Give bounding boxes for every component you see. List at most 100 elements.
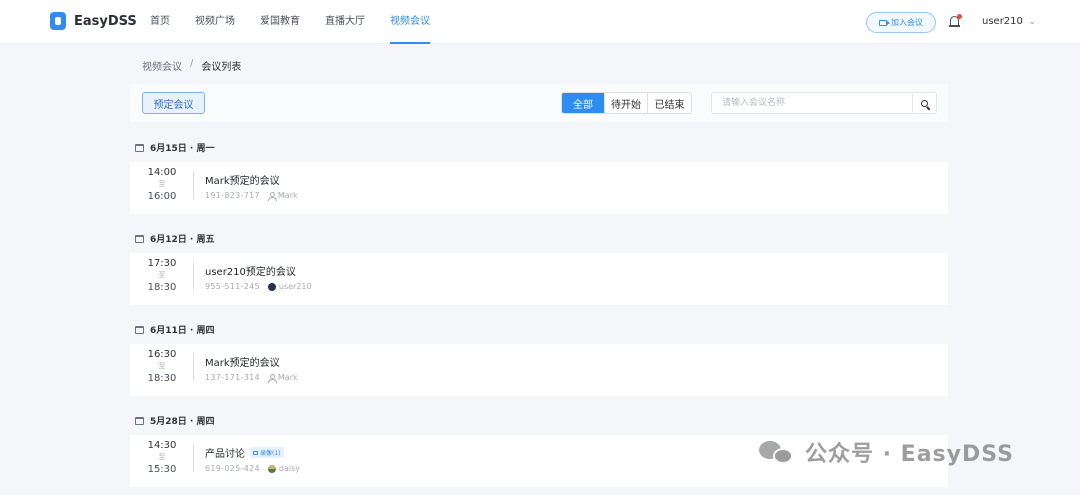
chevron-down-icon: ⌄ — [1028, 17, 1036, 26]
meeting-card[interactable]: 16:30 至 18:30 Mark预定的会议 137-171-314 Mark — [130, 344, 948, 396]
wechat-watermark: 公众号 · EasyDSS — [757, 436, 1014, 468]
calendar-icon — [135, 234, 144, 243]
watermark-text: 公众号 · EasyDSS — [805, 442, 1014, 467]
group-date: 6月11日 · 周四 — [150, 326, 215, 336]
group-date: 6月12日 · 周五 — [150, 235, 215, 245]
group-date: 6月15日 · 周一 — [150, 144, 215, 154]
wechat-icon — [757, 438, 797, 466]
join-meeting-label: 加入会议 — [891, 18, 923, 27]
recording-count: 录像(1) — [260, 450, 281, 457]
meeting-owner: Mark — [267, 191, 298, 201]
notification-bell-icon[interactable] — [949, 14, 962, 29]
meeting-time-to: 至 — [158, 362, 166, 370]
divider — [193, 353, 194, 381]
meeting-time: 14:30 至 15:30 — [140, 439, 184, 476]
meeting-title-row: Mark预定的会议 — [205, 354, 280, 369]
group-date: 5月28日 · 周四 — [150, 417, 215, 427]
meeting-start-time: 14:30 — [147, 440, 177, 451]
owner-name: Mark — [277, 191, 298, 200]
search-button[interactable] — [912, 93, 936, 113]
top-navigation-bar: EasyDSS 首页 视频广场 爱国教育 直播大厅 视频会议 加入会议 user… — [0, 0, 1080, 44]
join-meeting-button[interactable]: 加入会议 — [866, 12, 936, 33]
meeting-meta: 955-511-245 user210 — [205, 282, 312, 291]
nav-item-live-hall[interactable]: 直播大厅 — [325, 0, 365, 44]
meeting-search-input[interactable] — [712, 93, 912, 113]
meeting-end-time: 16:00 — [147, 191, 177, 202]
meeting-meta: 137-171-314 Mark — [205, 373, 298, 383]
calendar-icon — [135, 416, 144, 425]
recording-badge[interactable]: 录像(1) — [250, 447, 284, 458]
avatar — [267, 464, 276, 473]
owner-name: Mark — [277, 373, 298, 382]
date-group-header: 6月12日 · 周五 — [135, 232, 214, 245]
easydss-logo-icon — [50, 12, 66, 30]
brand-logo[interactable]: EasyDSS — [50, 12, 137, 30]
meeting-meta: 619-025-424 daisy — [205, 464, 300, 473]
nav-item-video-square[interactable]: 视频广场 — [195, 0, 235, 44]
meeting-title-row: user210预定的会议 — [205, 263, 296, 278]
meeting-owner: user210 — [267, 282, 312, 291]
status-filter-group: 全部 待开始 已结束 — [561, 92, 692, 114]
meeting-number: 137-171-314 — [205, 373, 260, 382]
divider — [193, 171, 194, 199]
breadcrumb-current: 会议列表 — [201, 62, 242, 73]
meeting-meta: 191-823-717 Mark — [205, 191, 298, 201]
meeting-title-row: Mark预定的会议 — [205, 172, 280, 187]
person-icon — [267, 191, 277, 201]
brand-name: EasyDSS — [74, 13, 137, 29]
divider — [193, 262, 194, 290]
date-group-header: 6月15日 · 周一 — [135, 141, 214, 154]
calendar-icon — [135, 325, 144, 334]
meeting-start-time: 17:30 — [147, 258, 177, 269]
meeting-owner: Mark — [267, 373, 298, 383]
breadcrumb: 视频会议 / 会议列表 — [142, 58, 241, 73]
user-menu[interactable]: user210 ⌄ — [982, 16, 1036, 27]
meeting-number: 619-025-424 — [205, 464, 260, 473]
meeting-start-time: 16:30 — [147, 349, 177, 360]
username: user210 — [982, 16, 1023, 27]
search-icon — [921, 99, 928, 107]
meeting-time-to: 至 — [158, 453, 166, 461]
filter-ended[interactable]: 已结束 — [648, 93, 691, 113]
person-icon — [267, 373, 277, 383]
date-group-header: 6月11日 · 周四 — [135, 323, 214, 336]
nav-item-home[interactable]: 首页 — [150, 0, 170, 44]
meeting-end-time: 15:30 — [147, 464, 177, 475]
video-camera-icon — [879, 19, 890, 26]
meeting-time: 17:30 至 18:30 — [140, 257, 184, 294]
nav-item-patriotic-education[interactable]: 爱国教育 — [260, 0, 300, 44]
meeting-title: 产品讨论 — [205, 449, 245, 460]
meeting-number: 191-823-717 — [205, 191, 260, 200]
meeting-end-time: 18:30 — [147, 373, 177, 384]
meeting-time-to: 至 — [158, 271, 166, 279]
meeting-owner: daisy — [267, 464, 300, 473]
meeting-start-time: 14:00 — [147, 167, 177, 178]
owner-name: daisy — [278, 464, 300, 473]
date-group-header: 5月28日 · 周四 — [135, 414, 214, 427]
notification-dot — [957, 14, 962, 19]
divider — [193, 444, 194, 472]
meeting-time: 14:00 至 16:00 — [140, 166, 184, 203]
meeting-search — [711, 92, 937, 114]
meeting-time-to: 至 — [158, 180, 166, 188]
filter-all[interactable]: 全部 — [562, 93, 605, 113]
meeting-end-time: 18:30 — [147, 282, 177, 293]
nav-item-video-conference[interactable]: 视频会议 — [390, 0, 430, 44]
meeting-toolbar: 预定会议 全部 待开始 已结束 — [130, 84, 948, 122]
meeting-title: user210预定的会议 — [205, 267, 296, 278]
breadcrumb-separator: / — [190, 58, 194, 69]
meeting-title: Mark预定的会议 — [205, 358, 280, 369]
meeting-number: 955-511-245 — [205, 282, 260, 291]
meeting-title-row: 产品讨论 录像(1) — [205, 445, 284, 460]
meeting-time: 16:30 至 18:30 — [140, 348, 184, 385]
breadcrumb-parent[interactable]: 视频会议 — [142, 58, 182, 73]
calendar-icon — [135, 143, 144, 152]
main-nav: 首页 视频广场 爱国教育 直播大厅 视频会议 — [150, 0, 455, 44]
avatar — [267, 282, 276, 291]
video-camera-icon — [253, 450, 258, 455]
meeting-card[interactable]: 14:00 至 16:00 Mark预定的会议 191-823-717 Mark — [130, 162, 948, 214]
owner-name: user210 — [278, 282, 312, 291]
filter-upcoming[interactable]: 待开始 — [605, 93, 648, 113]
meeting-card[interactable]: 17:30 至 18:30 user210预定的会议 955-511-245 u… — [130, 253, 948, 305]
book-meeting-button[interactable]: 预定会议 — [142, 92, 205, 114]
